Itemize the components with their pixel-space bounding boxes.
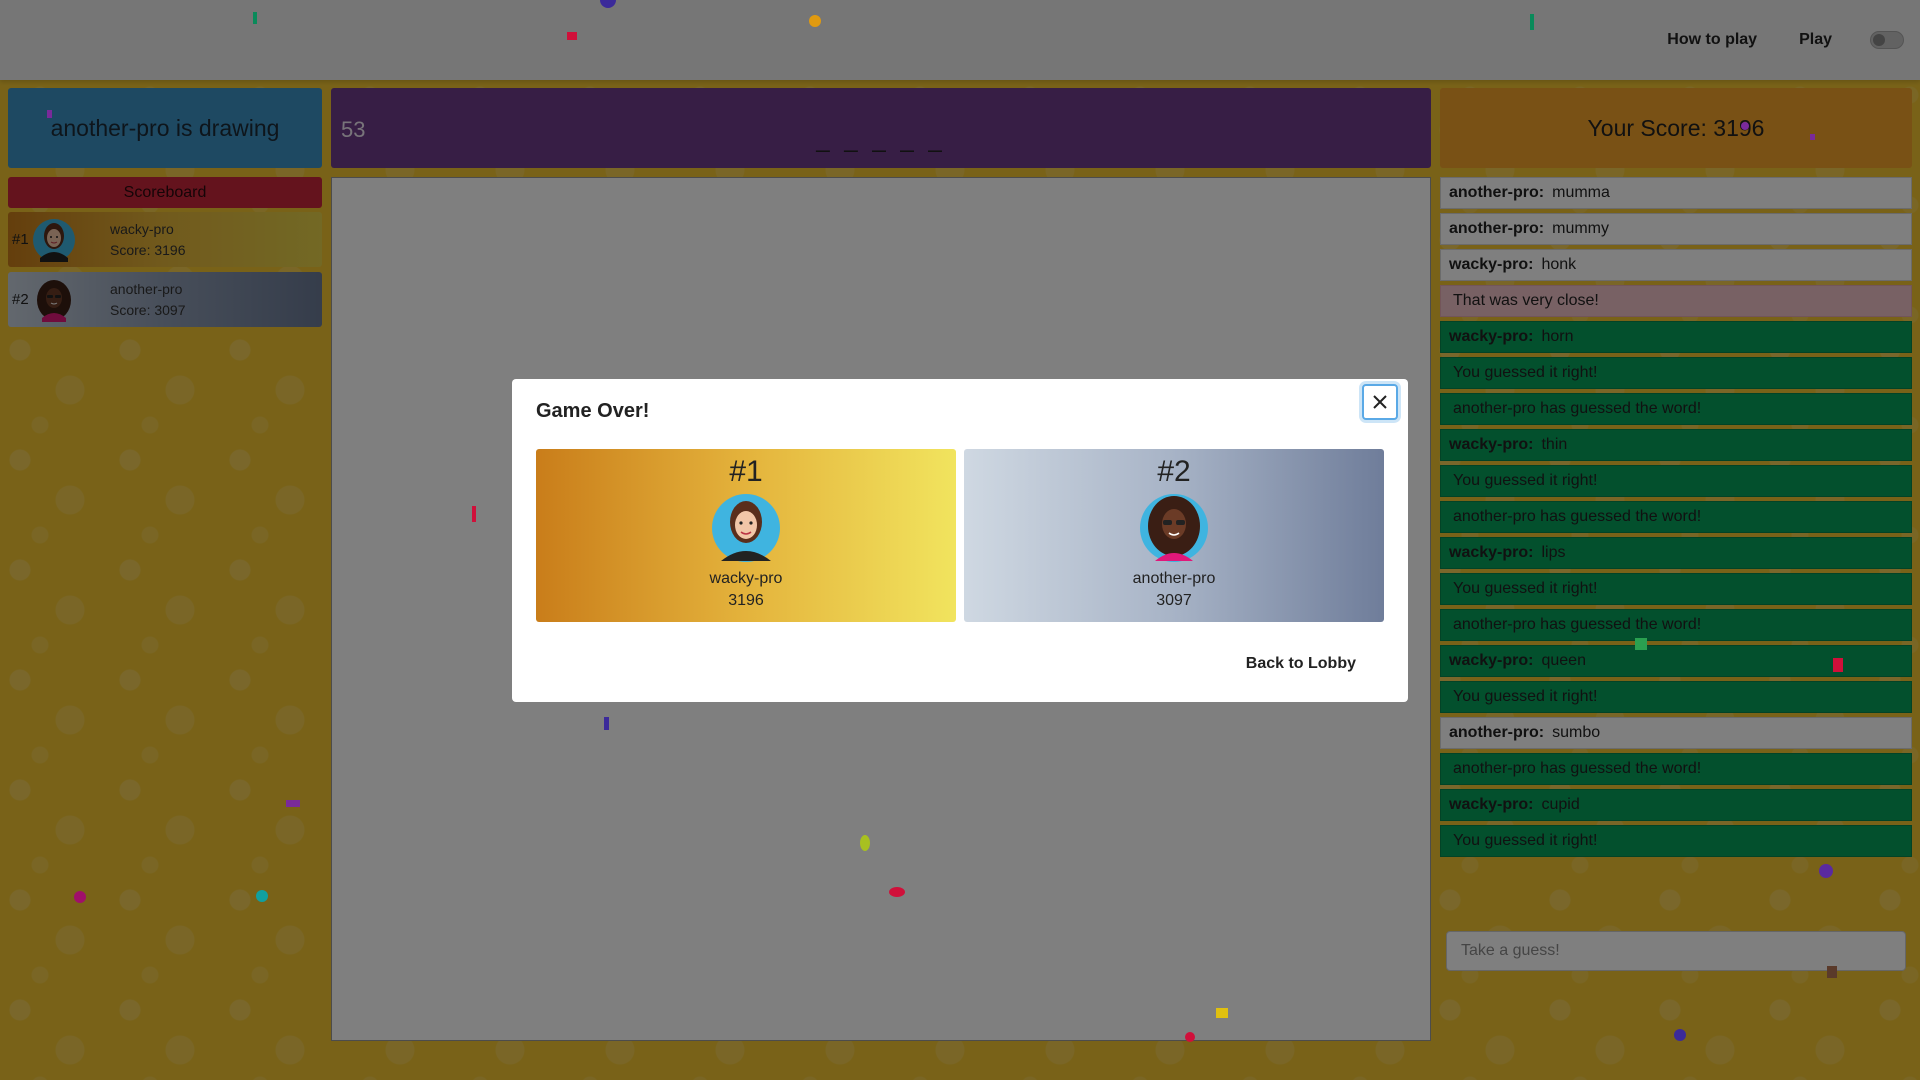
- podium-rank: #2: [1157, 455, 1191, 488]
- close-button[interactable]: [1362, 384, 1398, 420]
- podium-rank: #1: [729, 455, 763, 488]
- avatar: [1140, 494, 1208, 562]
- podium-score: 3196: [728, 592, 764, 609]
- podium-second: #2 another-pro 3097: [964, 449, 1384, 622]
- game-over-modal: Game Over! #1 wacky-pro 3196 #2 another-…: [512, 379, 1408, 702]
- back-to-lobby-button[interactable]: Back to Lobby: [1246, 655, 1356, 673]
- podium-name: wacky-pro: [709, 570, 783, 587]
- podium-name: another-pro: [1132, 570, 1216, 587]
- podium-first: #1 wacky-pro 3196: [536, 449, 956, 622]
- avatar: [712, 494, 780, 562]
- modal-title: Game Over!: [536, 400, 650, 422]
- podium-score: 3097: [1156, 592, 1192, 609]
- close-icon: [1373, 395, 1387, 409]
